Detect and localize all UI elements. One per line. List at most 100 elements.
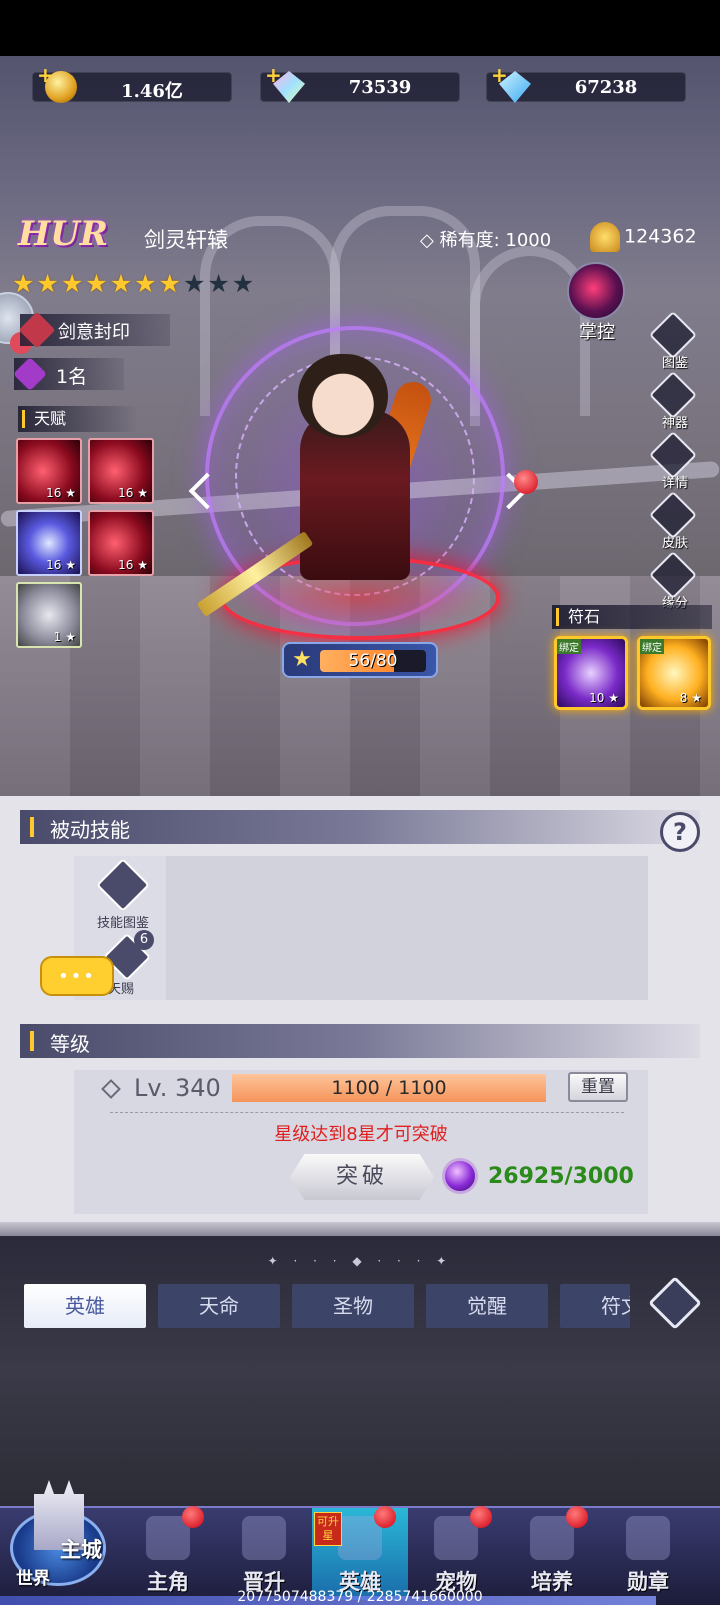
notification-dot xyxy=(514,470,538,494)
passive-title: 被动技能 xyxy=(50,818,130,842)
rune-title: 符石 xyxy=(552,605,712,629)
star-empty-icon: ★ xyxy=(207,269,230,298)
rarity-diamond-icon: ◇ xyxy=(420,230,440,251)
rune-slot[interactable]: 绑定 10 ★ xyxy=(554,636,628,710)
crown-icon xyxy=(590,222,620,252)
nav-item-0[interactable]: 主角 xyxy=(120,1506,216,1600)
divider xyxy=(110,1112,624,1113)
tab-0[interactable]: 英雄 xyxy=(24,1284,146,1328)
tab-3[interactable]: 觉醒 xyxy=(426,1284,548,1328)
panel-edge xyxy=(0,1222,720,1236)
tab-area xyxy=(0,1236,720,1506)
side-item-details[interactable]: 详情 xyxy=(646,430,704,494)
rune-tag: 绑定 xyxy=(640,639,664,654)
catalog-label: 技能图鉴 xyxy=(96,916,149,931)
reset-button[interactable]: 重置 xyxy=(568,1072,628,1102)
nav-icon xyxy=(242,1516,286,1560)
tab-1[interactable]: 天命 xyxy=(158,1284,280,1328)
star-exp-bar[interactable]: ★ 56/80 xyxy=(282,642,438,678)
breakthrough-button[interactable]: 突破 xyxy=(290,1154,434,1200)
talent-slot[interactable]: 16 ★ xyxy=(88,438,154,504)
status-bar xyxy=(0,0,720,56)
main-city-label: 主城 xyxy=(60,1538,102,1562)
main-city-button[interactable]: 主城 世界 xyxy=(6,1470,112,1590)
talent-slot[interactable]: 16 ★ xyxy=(16,510,82,576)
notification-dot xyxy=(374,1506,396,1528)
currency-blue-diamond[interactable]: + 67238 xyxy=(486,63,686,103)
side-item-label: 图鉴 xyxy=(661,356,688,371)
notification-dot xyxy=(566,1506,588,1528)
hero-rank[interactable]: 1名 xyxy=(13,357,124,391)
side-item-artifact[interactable]: 神器 xyxy=(646,370,704,434)
side-item-label: 皮肤 xyxy=(661,536,688,551)
talent-level: 16 ★ xyxy=(46,558,76,572)
rune-slot[interactable]: 绑定 8 ★ xyxy=(637,636,711,710)
hero-head xyxy=(298,354,388,438)
upgrade-flag: 可升星 xyxy=(314,1512,342,1546)
view-toggle-button[interactable] xyxy=(648,1276,702,1330)
control-button[interactable]: 掌控 xyxy=(565,262,629,352)
side-item-label: 神器 xyxy=(661,416,688,431)
footer-id: 2077507488379 / 2285741660000 xyxy=(237,1589,483,1605)
control-icon xyxy=(567,262,625,320)
nav-item-4[interactable]: 培养 xyxy=(504,1506,600,1600)
help-icon[interactable]: ? xyxy=(660,812,700,852)
skill-catalog-button[interactable]: 技能图鉴 xyxy=(90,858,156,934)
side-item-catalog[interactable]: 图鉴 xyxy=(646,310,704,374)
star-filled-icon: ★ xyxy=(134,269,157,298)
catalog-icon xyxy=(96,858,150,912)
star-up-icon: ★ xyxy=(292,647,312,672)
seal-label: 剑意封印 xyxy=(58,322,130,343)
purple-orb-icon xyxy=(442,1158,478,1194)
hero-power: 124362 xyxy=(590,222,697,252)
rarity-value: 1000 xyxy=(505,230,552,251)
talent-title: 天赋 xyxy=(18,406,138,432)
currency-rainbow-diamond[interactable]: + 73539 xyxy=(260,63,460,103)
hero-tabs: 英雄天命圣物觉醒符文 xyxy=(0,1284,630,1328)
passive-skill-header: 被动技能 xyxy=(20,810,700,844)
rank-label: 1名 xyxy=(56,366,88,388)
talent-slot[interactable]: 1 ★ xyxy=(16,582,82,648)
rune-tag: 绑定 xyxy=(557,639,581,654)
level-header: 等级 xyxy=(20,1024,700,1058)
chat-button[interactable]: ••• xyxy=(40,956,114,996)
add-blue-diamond-icon[interactable]: + xyxy=(491,63,508,87)
exp-text: 56/80 xyxy=(348,651,398,671)
currency-gold[interactable]: + 1.46亿 xyxy=(32,63,232,103)
tab-4[interactable]: 符文 xyxy=(560,1284,630,1328)
control-label: 掌控 xyxy=(579,322,615,343)
level-label: Lv. 340 xyxy=(134,1074,221,1102)
gold-value: 1.46亿 xyxy=(121,81,183,102)
nav-item-2[interactable]: 英雄 可升星 xyxy=(312,1506,408,1600)
breakthrough-cost: 26925/3000 xyxy=(488,1164,634,1189)
tab-2[interactable]: 圣物 xyxy=(292,1284,414,1328)
currency-bar: + 1.46亿 + 73539 + 67238 xyxy=(0,63,720,110)
side-item-label: 详情 xyxy=(661,476,688,491)
talent-level: 1 ★ xyxy=(53,630,76,644)
nav-item-1[interactable]: 晋升 xyxy=(216,1508,312,1600)
seal-icon xyxy=(18,311,56,349)
eye-icon xyxy=(13,357,47,391)
hero-rarity: ◇ 稀有度: 1000 xyxy=(420,226,551,252)
level-bar-text: 1100 / 1100 xyxy=(331,1077,447,1099)
nav-item-5[interactable]: 勋章 xyxy=(600,1508,696,1600)
notification-dot xyxy=(182,1506,204,1528)
notification-dot xyxy=(470,1506,492,1528)
breakthrough-warning: 星级达到8星才可突破 xyxy=(274,1124,448,1145)
add-gold-icon[interactable]: + xyxy=(37,63,54,87)
rainbow-diamond-value: 73539 xyxy=(348,77,412,98)
talent-level: 16 ★ xyxy=(118,486,148,500)
star-filled-icon: ★ xyxy=(85,269,108,298)
star-filled-icon: ★ xyxy=(60,269,84,298)
talent-slot[interactable]: 16 ★ xyxy=(88,510,154,576)
hero-header: HUR 剑灵轩辕 ◇ 稀有度: 1000 124362 xyxy=(0,214,720,264)
talent-slot[interactable]: 16 ★ xyxy=(16,438,82,504)
add-rainbow-diamond-icon[interactable]: + xyxy=(265,63,282,87)
star-empty-icon: ★ xyxy=(182,269,206,298)
rune-level: 8 ★ xyxy=(679,691,702,705)
side-item-skin[interactable]: 皮肤 xyxy=(646,490,704,554)
sword-seal-badge[interactable]: 剑意封印 xyxy=(18,311,170,349)
nav-item-3[interactable]: 宠物 xyxy=(408,1506,504,1600)
level-bar: 1100 / 1100 xyxy=(232,1074,546,1102)
world-label: 世界 xyxy=(16,1569,50,1589)
